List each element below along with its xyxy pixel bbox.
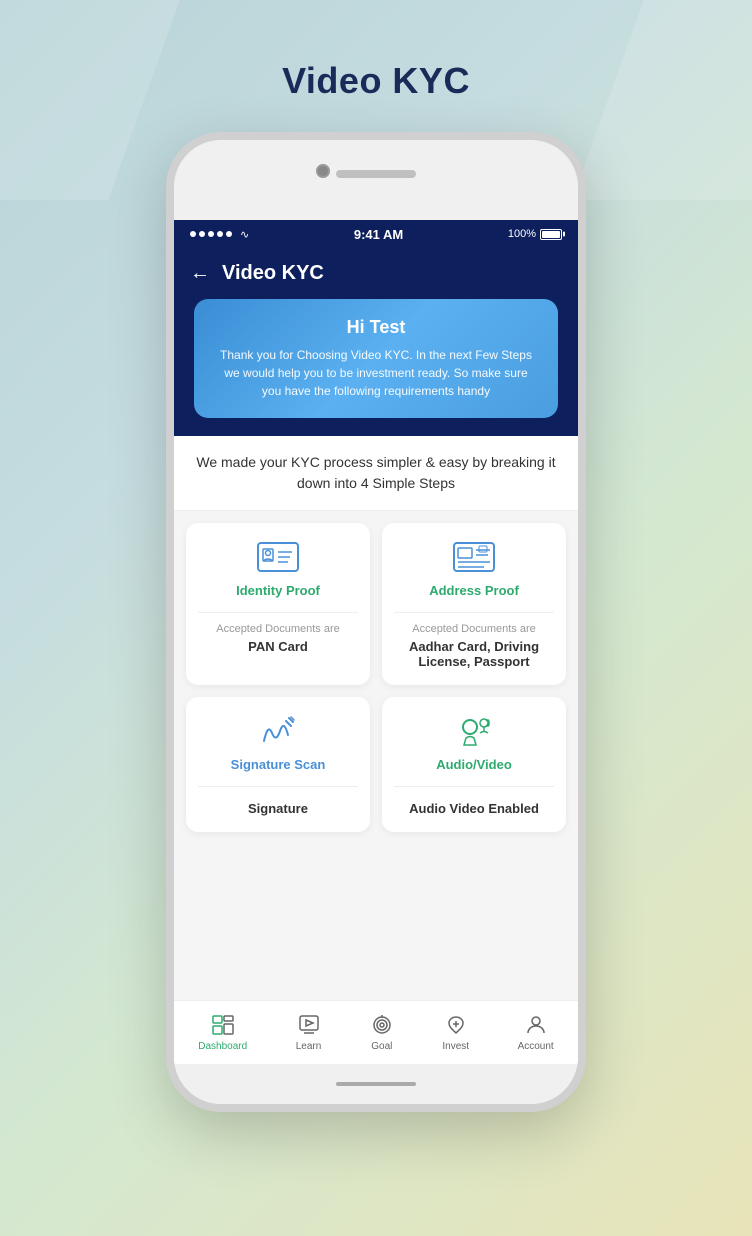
nav-account-label: Account bbox=[518, 1041, 554, 1052]
phone-device: ∿ 9:41 AM 100% ← Video KYC Hi Test Thank… bbox=[166, 132, 586, 1112]
signal-dot-5 bbox=[226, 231, 232, 237]
address-accepted-label: Accepted Documents are bbox=[412, 623, 536, 635]
main-content: We made your KYC process simpler & easy … bbox=[174, 436, 578, 1000]
volume-up-button bbox=[584, 300, 586, 340]
signature-scan-card[interactable]: Signature Scan Signature bbox=[186, 697, 370, 832]
identity-accepted-label: Accepted Documents are bbox=[216, 623, 340, 635]
nav-learn-label: Learn bbox=[296, 1041, 322, 1052]
nav-account[interactable]: Account bbox=[518, 1013, 554, 1052]
signature-scan-title: Signature Scan bbox=[231, 757, 326, 772]
audio-video-icon bbox=[452, 713, 496, 749]
nav-learn[interactable]: Learn bbox=[296, 1013, 322, 1052]
battery-percent: 100% bbox=[508, 228, 536, 240]
identity-proof-title: Identity Proof bbox=[236, 583, 320, 598]
battery-icon bbox=[540, 229, 562, 240]
identity-proof-card[interactable]: Identity Proof Accepted Documents are PA… bbox=[186, 523, 370, 685]
identity-icon bbox=[256, 539, 300, 575]
signal-dot-2 bbox=[199, 231, 205, 237]
bg-shape-right bbox=[572, 0, 752, 200]
signal-dot-1 bbox=[190, 231, 196, 237]
nav-dashboard[interactable]: Dashboard bbox=[198, 1013, 247, 1052]
phone-speaker bbox=[336, 170, 416, 178]
home-indicator bbox=[336, 1082, 416, 1086]
status-right: 100% bbox=[508, 228, 562, 240]
audio-video-title: Audio/Video bbox=[436, 757, 512, 772]
back-button[interactable]: ← bbox=[190, 262, 210, 285]
page-title: Video KYC bbox=[282, 60, 470, 102]
app-header: ← Video KYC Hi Test Thank you for Choosi… bbox=[174, 248, 578, 436]
status-left: ∿ bbox=[190, 228, 249, 241]
audio-docs: Audio Video Enabled bbox=[409, 801, 539, 816]
signal-dots bbox=[190, 231, 232, 237]
status-bar: ∿ 9:41 AM 100% bbox=[174, 220, 578, 248]
nav-goal-label: Goal bbox=[371, 1041, 392, 1052]
welcome-greeting: Hi Test bbox=[214, 317, 538, 338]
identity-docs: PAN Card bbox=[248, 639, 308, 654]
invest-icon bbox=[444, 1013, 468, 1037]
goal-icon bbox=[370, 1013, 394, 1037]
address-icon bbox=[452, 539, 496, 575]
learn-icon bbox=[297, 1013, 321, 1037]
header-row: ← Video KYC bbox=[190, 262, 562, 285]
battery-fill bbox=[542, 231, 560, 238]
steps-description: We made your KYC process simpler & easy … bbox=[174, 436, 578, 511]
address-proof-title: Address Proof bbox=[429, 583, 519, 598]
volume-down-button bbox=[584, 355, 586, 395]
audio-divider bbox=[394, 786, 554, 787]
signal-dot-4 bbox=[217, 231, 223, 237]
header-title: Video KYC bbox=[222, 262, 324, 285]
identity-divider bbox=[198, 612, 358, 613]
kyc-cards-grid: Identity Proof Accepted Documents are PA… bbox=[174, 511, 578, 844]
audio-video-card[interactable]: Audio/Video Audio Video Enabled bbox=[382, 697, 566, 832]
signature-icon bbox=[256, 713, 300, 749]
signature-docs: Signature bbox=[248, 801, 308, 816]
bottom-navigation: Dashboard Learn Goal bbox=[174, 1000, 578, 1064]
bg-shape-left bbox=[0, 0, 180, 200]
nav-goal[interactable]: Goal bbox=[370, 1013, 394, 1052]
phone-top bbox=[174, 140, 578, 220]
nav-dashboard-label: Dashboard bbox=[198, 1041, 247, 1052]
welcome-card: Hi Test Thank you for Choosing Video KYC… bbox=[194, 299, 558, 418]
front-camera bbox=[316, 164, 330, 178]
signature-divider bbox=[198, 786, 358, 787]
phone-screen: ∿ 9:41 AM 100% ← Video KYC Hi Test Thank… bbox=[174, 220, 578, 1064]
status-time: 9:41 AM bbox=[354, 227, 403, 242]
address-proof-card[interactable]: Address Proof Accepted Documents are Aad… bbox=[382, 523, 566, 685]
nav-invest-label: Invest bbox=[442, 1041, 469, 1052]
nav-invest[interactable]: Invest bbox=[442, 1013, 469, 1052]
signal-dot-3 bbox=[208, 231, 214, 237]
power-button bbox=[166, 330, 168, 390]
account-icon bbox=[524, 1013, 548, 1037]
address-docs: Aadhar Card, Driving License, Passport bbox=[394, 639, 554, 669]
dashboard-icon bbox=[211, 1013, 235, 1037]
wifi-icon: ∿ bbox=[240, 228, 249, 241]
welcome-description: Thank you for Choosing Video KYC. In the… bbox=[214, 346, 538, 400]
address-divider bbox=[394, 612, 554, 613]
phone-bottom bbox=[174, 1064, 578, 1104]
